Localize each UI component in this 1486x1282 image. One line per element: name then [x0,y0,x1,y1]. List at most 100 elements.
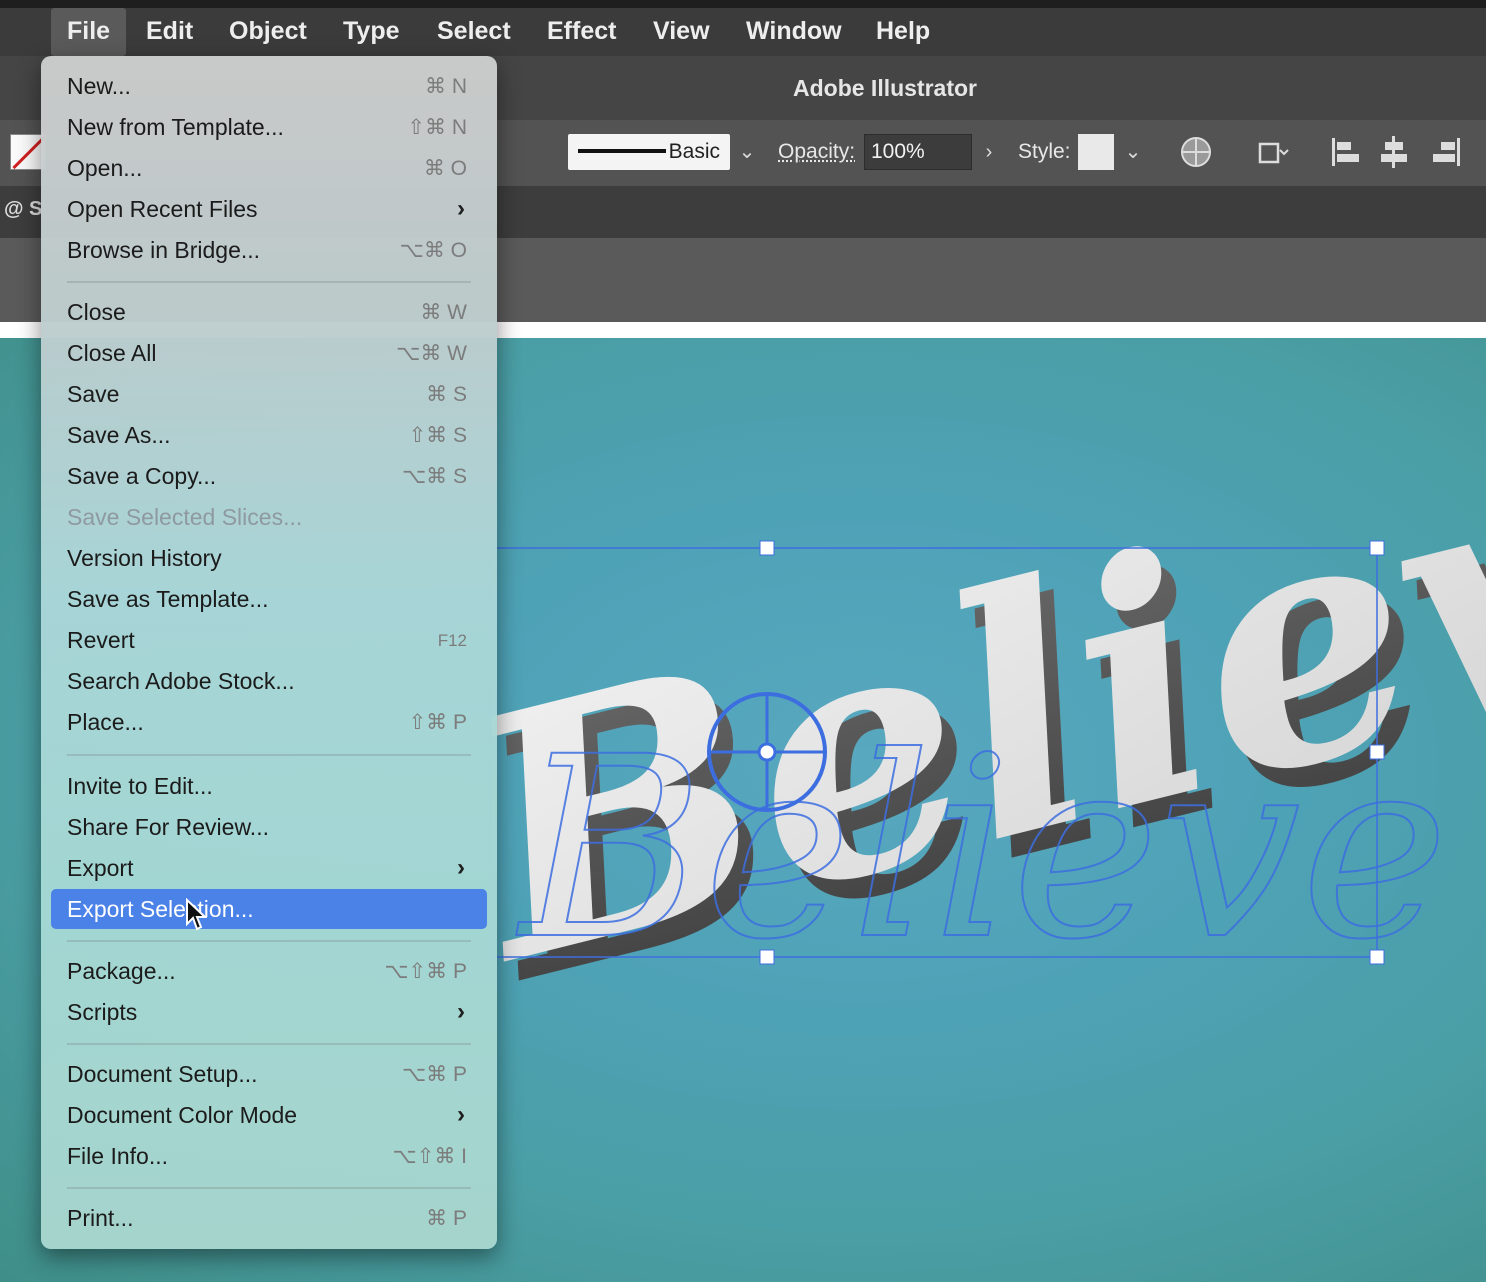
menu-item-label: Search Adobe Stock... [67,668,295,694]
mouse-pointer-icon [186,898,207,931]
menu-item-close[interactable]: Close ⌘ W [41,292,497,332]
menu-separator [67,940,471,942]
menu-item-shortcut: ⌥⌘ W [396,342,467,365]
menu-item-label: Print... [67,1205,134,1231]
menu-item-label: Close [67,299,126,325]
recolor-artwork-icon[interactable] [1178,134,1214,170]
menu-item-place[interactable]: Place... ⇧⌘ P [41,702,497,742]
file-menu-dropdown: New... ⌘ N New from Template... ⇧⌘ N Ope… [41,56,497,1249]
chevron-down-icon[interactable]: ⌄ [1118,134,1148,170]
menu-item-label: Version History [67,545,222,571]
menu-item-export[interactable]: Export › [41,848,497,888]
selection-handle[interactable] [759,949,775,965]
menu-item-save-a-copy[interactable]: Save a Copy... ⌥⌘ S [41,456,497,496]
selection-handle[interactable] [759,540,775,556]
menu-item-close-all[interactable]: Close All ⌥⌘ W [41,333,497,373]
menu-type[interactable]: Type [327,8,416,56]
menu-item-file-info[interactable]: File Info... ⌥⇧⌘ I [41,1136,497,1176]
menu-item-open[interactable]: Open... ⌘ O [41,148,497,188]
menu-item-document-color-mode[interactable]: Document Color Mode › [41,1095,497,1135]
align-left-icon[interactable] [1328,134,1364,170]
menu-item-label: Document Color Mode [67,1102,298,1128]
menu-item-label: Revert [67,627,135,653]
menu-item-label: Scripts [67,999,138,1025]
menu-help[interactable]: Help [860,8,946,56]
align-right-icon[interactable] [1428,134,1464,170]
menu-item-label: Invite to Edit... [67,773,213,799]
menu-item-label: Package... [67,958,176,984]
menu-item-shortcut: ⌥⌘ S [401,465,467,488]
menu-item-label: Save As... [67,422,171,448]
menu-item-label: Close All [67,340,157,366]
menu-item-label: Export Selection... [67,896,254,922]
menu-item-shortcut: F12 [437,631,467,650]
menu-item-open-recent-files[interactable]: Open Recent Files › [41,189,497,229]
chevron-right-icon: › [457,1101,465,1128]
stroke-profile-label: Basic [668,140,720,163]
menu-separator [67,281,471,283]
menu-window[interactable]: Window [730,8,858,56]
opacity-label[interactable]: Opacity: [778,140,855,164]
menu-item-label: Document Setup... [67,1061,258,1087]
menu-item-label: New from Template... [67,114,284,140]
menu-item-new-from-template[interactable]: New from Template... ⇧⌘ N [41,107,497,147]
menu-item-shortcut: ⌘ P [426,1207,467,1230]
style-label: Style: [1018,140,1071,163]
center-point-crosshair-icon[interactable] [707,692,827,812]
menu-item-label: Share For Review... [67,814,269,840]
menu-item-label: Browse in Bridge... [67,237,261,263]
believe-outline-path: Believe [516,703,1449,994]
chevron-right-icon: › [457,998,465,1025]
menu-file[interactable]: File [51,8,127,56]
document-tab[interactable]: @ S [4,198,42,221]
menu-item-search-adobe-stock[interactable]: Search Adobe Stock... [41,661,497,701]
chevron-right-icon: › [457,854,465,881]
believe-3d-text[interactable]: Believe Believe Believe [426,338,1486,1057]
menu-item-shortcut: ⌥⌘ P [401,1063,467,1086]
menu-item-shortcut: ⌥⇧⌘ P [384,960,467,983]
menu-item-save-as[interactable]: Save As... ⇧⌘ S [41,415,497,455]
menu-view[interactable]: View [637,8,726,56]
menu-item-label: Save as Template... [67,586,269,612]
selection-handle[interactable] [1369,744,1385,760]
style-swatch[interactable] [1078,134,1114,170]
selection-handle[interactable] [1369,949,1385,965]
chevron-down-icon[interactable]: ⌄ [732,134,762,170]
menu-item-save[interactable]: Save ⌘ S [41,374,497,414]
menu-item-new[interactable]: New... ⌘ N [41,66,497,106]
menu-select[interactable]: Select [421,8,527,56]
menu-item-label: Save a Copy... [67,463,217,489]
selection-handle[interactable] [1369,540,1385,556]
menu-item-label: Open Recent Files [67,196,258,222]
chevron-right-icon[interactable]: › [974,134,1004,170]
menu-separator [67,1043,471,1045]
menu-item-export-selection[interactable]: Export Selection... [51,889,487,929]
menu-item-label: File Info... [67,1143,168,1169]
transform-icon[interactable] [1254,134,1290,170]
opacity-input[interactable]: 100% [864,134,972,170]
menu-item-label: Export [67,855,134,881]
menu-item-scripts[interactable]: Scripts › [41,992,497,1032]
menu-item-invite-to-edit[interactable]: Invite to Edit... [41,766,497,806]
chevron-right-icon: › [457,195,465,222]
menu-item-browse-in-bridge[interactable]: Browse in Bridge... ⌥⌘ O [41,230,497,270]
menu-item-document-setup[interactable]: Document Setup... ⌥⌘ P [41,1054,497,1094]
menu-item-shortcut: ⌥⇧⌘ I [392,1145,467,1168]
menu-item-print[interactable]: Print... ⌘ P [41,1198,497,1238]
menu-effect[interactable]: Effect [531,8,632,56]
menu-item-shortcut: ⇧⌘ S [408,424,467,447]
stroke-profile-select[interactable]: Basic [568,134,730,170]
menu-item-package[interactable]: Package... ⌥⇧⌘ P [41,951,497,991]
menu-item-version-history[interactable]: Version History [41,538,497,578]
menu-object[interactable]: Object [213,8,323,56]
menu-item-save-as-template[interactable]: Save as Template... [41,579,497,619]
menu-item-save-selected-slices: Save Selected Slices... [41,497,497,537]
menu-edit[interactable]: Edit [130,8,209,56]
menu-item-shortcut: ⌘ N [425,75,467,98]
menu-separator [67,754,471,756]
align-center-icon[interactable] [1376,134,1412,170]
menu-item-revert[interactable]: Revert F12 [41,620,497,660]
menu-separator [67,1187,471,1189]
menu-item-share-for-review[interactable]: Share For Review... [41,807,497,847]
menu-item-shortcut: ⌘ S [426,383,467,406]
